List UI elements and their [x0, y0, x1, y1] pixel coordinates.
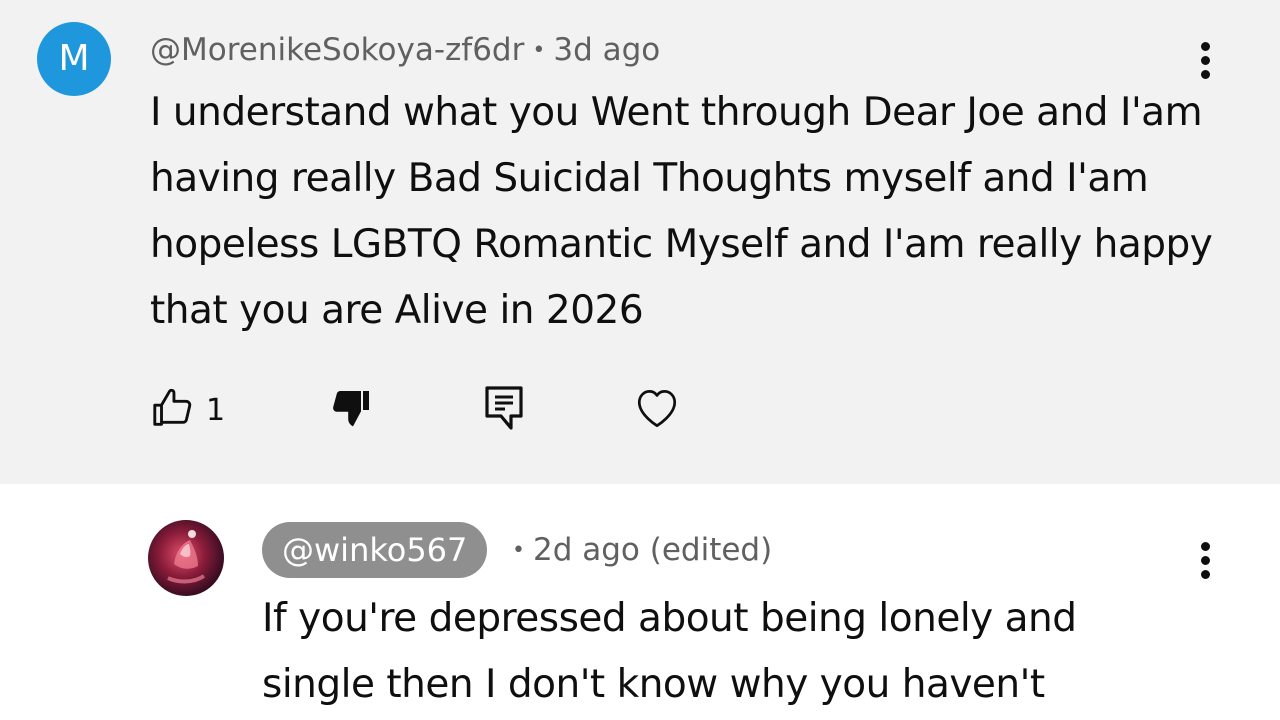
- comment-meta: • 2d ago (edited): [512, 528, 772, 573]
- reply-icon: [480, 382, 528, 438]
- dislike-button[interactable]: [326, 382, 374, 438]
- heart-button[interactable]: [632, 382, 682, 438]
- reply-button[interactable]: [480, 382, 528, 438]
- avatar-image: [167, 530, 206, 584]
- more-vert-icon[interactable]: [1194, 536, 1218, 584]
- author-handle[interactable]: @winko567: [262, 522, 488, 578]
- meta-separator: •: [512, 538, 525, 563]
- highlighted-comment: M @MorenikeSokoya-zf6dr • 3d ago I underst…: [0, 0, 1280, 484]
- comment-timestamp: 2d ago (edited): [532, 532, 773, 568]
- meta-separator: •: [532, 38, 546, 63]
- comment-timestamp: 3d ago: [553, 32, 661, 68]
- comment-meta: @MorenikeSokoya-zf6dr • 3d ago: [150, 28, 660, 73]
- thumbs-up-icon: [150, 385, 196, 435]
- like-count: 1: [206, 392, 226, 428]
- avatar[interactable]: M: [37, 22, 111, 96]
- heart-icon: [632, 383, 682, 437]
- author-handle[interactable]: @MorenikeSokoya-zf6dr: [150, 32, 524, 68]
- more-vert-icon[interactable]: [1194, 36, 1218, 84]
- thumbs-down-icon: [326, 384, 374, 436]
- like-button[interactable]: 1: [150, 382, 225, 438]
- avatar[interactable]: [148, 520, 224, 596]
- comment-text: I understand what you Went through Dear …: [150, 90, 1213, 333]
- comment-text: If you're depressed about being lonely a…: [262, 596, 1077, 707]
